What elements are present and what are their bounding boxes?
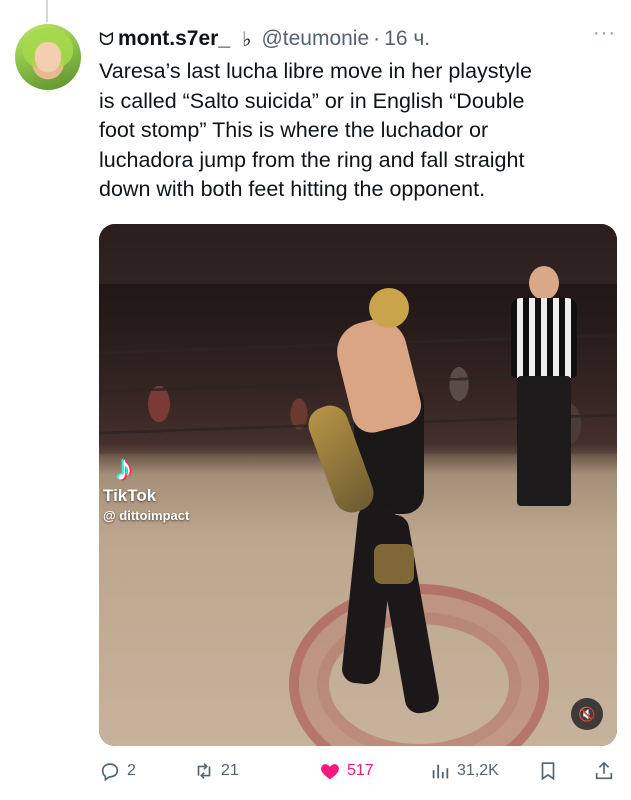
reply-count: 2 (127, 762, 136, 779)
timestamp[interactable]: 16 ч. (384, 27, 430, 51)
retweet-icon (197, 763, 211, 779)
display-name[interactable]: mont.s7er_ (118, 27, 230, 51)
more-options-icon[interactable]: ··· (593, 22, 616, 45)
views-count: 31,2K (457, 762, 499, 779)
tweet-header: ᗢ mont.s7er_ ♭ @teumonie · 16 ч. ··· (99, 22, 616, 52)
tiktok-watermark: TikTok (103, 486, 157, 505)
views-chart-icon (432, 764, 449, 779)
separator-dot: · (373, 27, 381, 50)
reply-icon (101, 763, 119, 782)
avatar-face (35, 42, 61, 72)
bookmark-icon (541, 762, 555, 781)
user-handle[interactable]: @teumonie (261, 27, 369, 51)
share-icon (595, 761, 613, 780)
views-button[interactable]: 31,2K (429, 760, 499, 782)
bookmark-button[interactable] (537, 760, 565, 782)
wrestler-figure (303, 284, 429, 518)
reply-button[interactable]: 2 (99, 760, 136, 782)
like-button[interactable]: 517 (319, 760, 374, 782)
tiktok-logo-icon: ♪ (115, 447, 133, 488)
thread-line (46, 0, 48, 22)
tiktok-username: @ dittoimpact (103, 508, 190, 523)
retweet-count: 21 (221, 762, 239, 779)
share-button[interactable] (593, 760, 621, 782)
action-bar: 2 21 517 31,2K (99, 758, 619, 788)
heart-icon (321, 764, 339, 780)
mute-icon[interactable]: 🔇 (571, 698, 603, 730)
tweet-text: Varesa’s last lucha libre move in her pl… (99, 59, 532, 201)
like-count: 517 (347, 762, 374, 779)
video-media[interactable]: ♪ TikTok @ dittoimpact 🔇 (99, 224, 617, 746)
referee-figure (499, 266, 589, 506)
flair-icon: ♭ (242, 28, 252, 51)
retweet-button[interactable]: 21 (193, 760, 239, 782)
avatar[interactable] (15, 24, 81, 90)
name-emoji-icon: ᗢ (99, 28, 114, 49)
